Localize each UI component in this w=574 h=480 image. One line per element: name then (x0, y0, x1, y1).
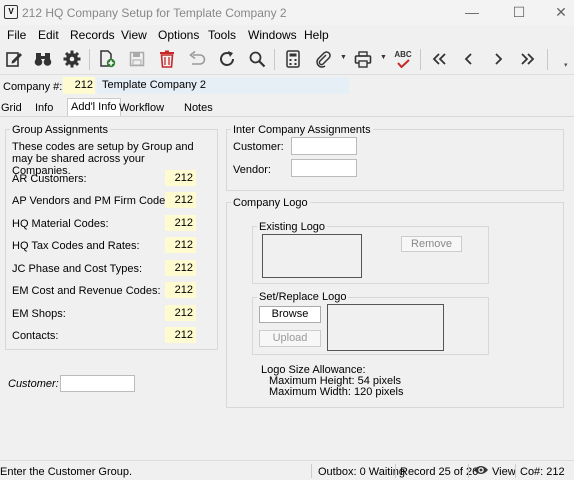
tab-info[interactable]: Info (32, 100, 56, 116)
jc-phase-cost-types-label: JC Phase and Cost Types: (12, 263, 143, 275)
binoculars-icon[interactable] (33, 49, 53, 69)
minimize-button[interactable]: — (459, 2, 485, 22)
close-button[interactable]: ✕ (548, 2, 574, 22)
last-record-icon[interactable] (518, 49, 538, 69)
new-logo-preview (327, 304, 444, 351)
company-label: Company #: (3, 81, 63, 93)
status-separator (395, 464, 396, 478)
tab-divider (0, 116, 574, 117)
toolbar-separator (420, 49, 421, 70)
view-label[interactable]: View (492, 466, 516, 478)
menu-records[interactable]: Records (70, 28, 115, 42)
menu-view[interactable]: View (121, 28, 147, 42)
previous-record-icon[interactable] (459, 49, 479, 69)
tab-grid[interactable]: Grid (0, 100, 25, 116)
print-dropdown-arrow-icon[interactable]: ▼ (380, 54, 387, 61)
inter-company-title: Inter Company Assignments (231, 124, 373, 136)
ap-vendors-field[interactable]: 212 (165, 192, 196, 208)
delete-icon[interactable] (157, 49, 177, 69)
spellcheck-text: ABC (394, 49, 412, 59)
toolbar-separator (89, 49, 90, 70)
menu-file[interactable]: File (7, 28, 26, 42)
inter-company-box (226, 129, 564, 191)
outbox-status[interactable]: Outbox: 0 Waiting (318, 466, 405, 478)
contacts-label: Contacts: (12, 330, 59, 342)
status-message: Enter the Customer Group. (0, 466, 133, 478)
status-bar: Enter the Customer Group. Outbox: 0 Wait… (0, 460, 574, 480)
first-record-icon[interactable] (429, 49, 449, 69)
existing-logo-title: Existing Logo (257, 221, 328, 233)
inter-company-customer-input[interactable] (291, 137, 357, 155)
maximize-button[interactable]: ☐ (506, 2, 532, 22)
next-record-icon[interactable] (488, 49, 508, 69)
menu-help[interactable]: Help (304, 28, 329, 42)
attachment-dropdown-arrow-icon[interactable]: ▼ (340, 54, 347, 61)
ap-vendors-label: AP Vendors and PM Firm Codes: (12, 195, 174, 207)
menu-edit[interactable]: Edit (38, 28, 59, 42)
jc-phase-cost-types-field[interactable]: 212 (165, 260, 196, 276)
company-logo-title: Company Logo (231, 197, 310, 209)
status-separator (468, 464, 469, 478)
existing-logo-preview (262, 234, 362, 278)
company-number-field[interactable]: 212 (63, 77, 95, 94)
toolbar: ▼ ▼ ABC ▾ (0, 44, 574, 75)
record-position: Record 25 of 26 (400, 466, 479, 478)
spellcheck-icon[interactable]: ABC (393, 49, 413, 69)
menu-bar: File Edit Records View Options Tools Win… (0, 25, 574, 44)
hq-tax-codes-field[interactable]: 212 (165, 237, 196, 253)
remove-logo-button[interactable]: Remove (401, 236, 462, 252)
upload-button[interactable]: Upload (259, 330, 321, 347)
toolbar-overflow-icon[interactable]: ▾ (564, 61, 568, 69)
gear-icon[interactable] (62, 49, 82, 69)
menu-options[interactable]: Options (158, 28, 199, 42)
em-shops-field[interactable]: 212 (165, 305, 196, 321)
ar-customers-field[interactable]: 212 (165, 170, 196, 186)
em-shops-label: EM Shops: (12, 308, 66, 320)
logo-max-width: Maximum Width: 120 pixels (269, 386, 404, 398)
set-replace-logo-title: Set/Replace Logo (257, 291, 349, 303)
em-cost-revenue-codes-label: EM Cost and Revenue Codes: (12, 285, 161, 297)
app-icon: V (4, 5, 18, 19)
hq-tax-codes-label: HQ Tax Codes and Rates: (12, 240, 140, 252)
inter-company-vendor-label: Vendor: (233, 164, 271, 176)
toolbar-separator (547, 49, 548, 70)
customer-label: Customer: (8, 378, 59, 390)
new-record-icon[interactable] (97, 49, 117, 69)
contacts-field[interactable]: 212 (165, 327, 196, 343)
company-name-display: Template Company 2 (97, 77, 349, 94)
tab-notes[interactable]: Notes (181, 100, 216, 116)
browse-button[interactable]: Browse (259, 306, 321, 323)
refresh-icon[interactable] (217, 49, 237, 69)
inter-company-customer-label: Customer: (233, 141, 284, 153)
ar-customers-label: AR Customers: (12, 173, 87, 185)
inter-company-vendor-input[interactable] (291, 159, 357, 177)
menu-tools[interactable]: Tools (208, 28, 236, 42)
customer-input[interactable] (60, 375, 135, 392)
edit-icon[interactable] (4, 49, 24, 69)
status-separator (311, 464, 312, 478)
tab-addl-info[interactable]: Add'l Info (67, 98, 121, 117)
calculator-icon[interactable] (283, 49, 303, 69)
save-icon[interactable] (127, 49, 147, 69)
view-eye-icon[interactable] (473, 464, 489, 479)
menu-windows[interactable]: Windows (248, 28, 297, 42)
hq-material-codes-label: HQ Material Codes: (12, 218, 109, 230)
undo-icon[interactable] (187, 49, 207, 69)
window-title: 212 HQ Company Setup for Template Compan… (22, 6, 287, 20)
status-separator (515, 464, 516, 478)
tab-workflow[interactable]: Workflow (116, 100, 167, 116)
em-cost-revenue-codes-field[interactable]: 212 (165, 282, 196, 298)
search-icon[interactable] (247, 49, 267, 69)
print-icon[interactable] (353, 49, 373, 69)
toolbar-separator (274, 49, 275, 70)
title-bar: V 212 HQ Company Setup for Template Comp… (0, 0, 574, 25)
status-company: Co#: 212 (520, 466, 565, 478)
group-assignments-title: Group Assignments (10, 124, 110, 136)
hq-material-codes-field[interactable]: 212 (165, 215, 196, 231)
attachment-icon[interactable] (313, 49, 333, 69)
